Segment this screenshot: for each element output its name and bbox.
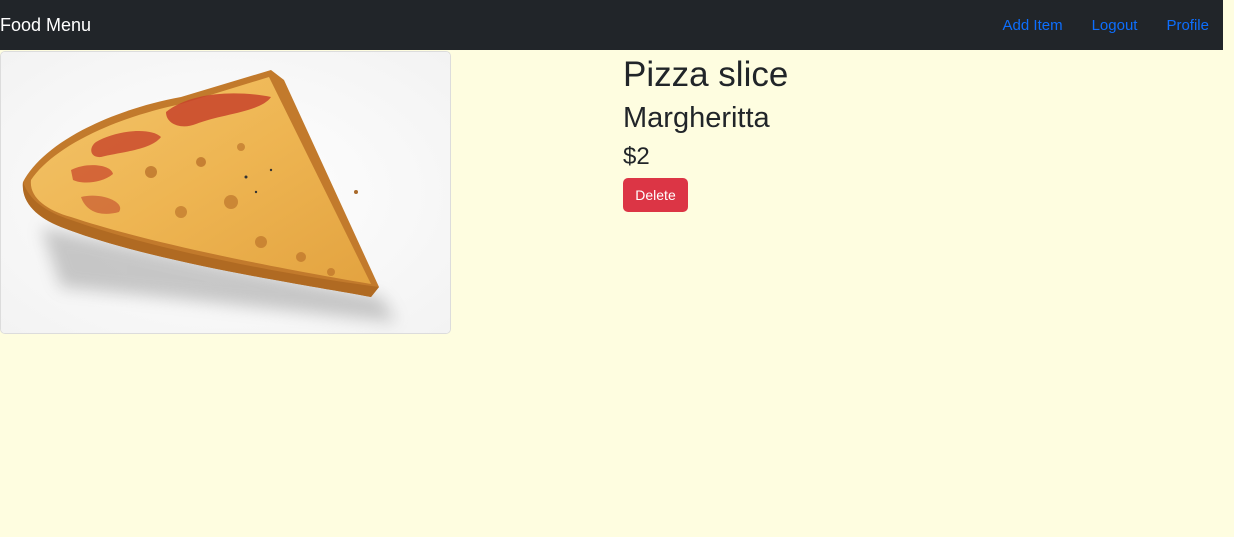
nav-add-item-link[interactable]: Add Item [1003, 17, 1063, 34]
brand-link[interactable]: Food Menu [0, 0, 91, 50]
item-type: Margheritta [623, 102, 770, 134]
item-image-card [0, 51, 451, 334]
top-navbar: Food Menu Add Item Logout Profile [0, 0, 1223, 50]
pizza-slice-image [1, 52, 450, 333]
nav-profile-link[interactable]: Profile [1166, 17, 1209, 34]
item-details: Pizza slice Margheritta $2 Delete [623, 54, 788, 212]
item-price: $2 [623, 143, 650, 170]
nav-links: Add Item Logout Profile [974, 17, 1209, 34]
nav-logout-link[interactable]: Logout [1092, 17, 1138, 34]
item-name: Pizza slice [623, 55, 789, 94]
delete-button[interactable]: Delete [623, 178, 688, 212]
